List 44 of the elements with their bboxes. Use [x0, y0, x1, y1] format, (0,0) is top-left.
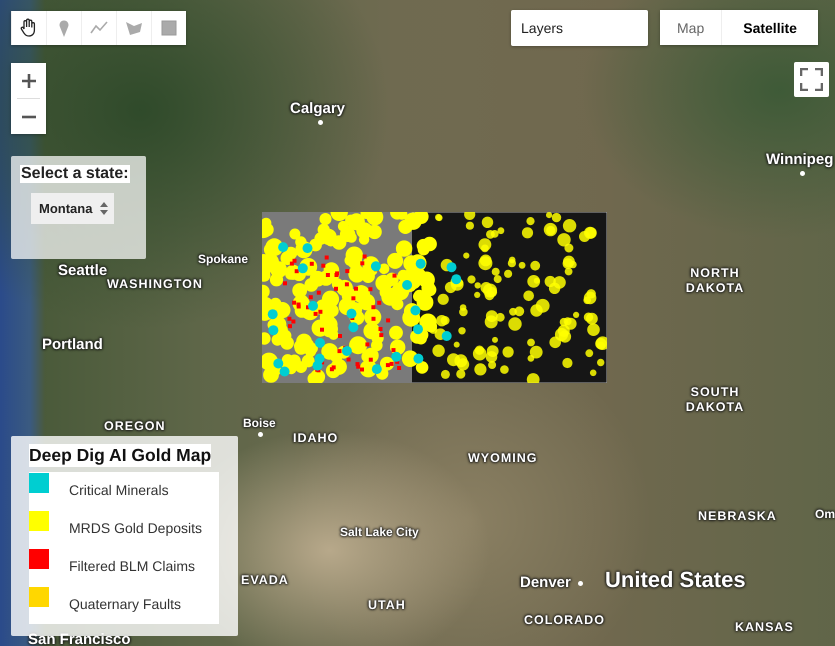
map-place-label: EVADA	[241, 573, 289, 587]
map-place-label: SOUTH DAKOTA	[684, 385, 746, 415]
map-place-label: KANSAS	[735, 620, 794, 634]
zoom-in-button[interactable]	[11, 63, 46, 98]
map-place-label: Boise	[243, 416, 276, 430]
legend-label: Critical Minerals	[69, 482, 169, 498]
place-dot-icon	[800, 171, 805, 176]
state-select-label: Select a state:	[20, 165, 130, 183]
place-dot-icon	[318, 120, 323, 125]
map-type-tab[interactable]: Map	[660, 10, 722, 45]
map-place-label: NEBRASKA	[698, 509, 777, 523]
place-dot-icon	[578, 581, 583, 586]
fullscreen-button[interactable]	[794, 62, 829, 97]
map-place-label: WYOMING	[468, 451, 538, 465]
map-place-label: Calgary	[290, 100, 346, 117]
fullscreen-icon	[800, 68, 823, 91]
map-place-label: Seattle	[58, 262, 108, 279]
legend-label: Filtered BLM Claims	[69, 558, 196, 574]
zoom-out-button[interactable]	[11, 99, 46, 134]
map-place-label: Denver	[520, 574, 571, 591]
map-place-label: NORTH DAKOTA	[684, 266, 746, 296]
map-place-label: Salt Lake City	[340, 525, 419, 539]
legend-label: Quaternary Faults	[69, 596, 182, 612]
map-place-label: COLORADO	[524, 613, 605, 627]
map-place-label: OREGON	[104, 419, 166, 433]
sort-arrows-icon	[100, 202, 108, 215]
minus-icon	[20, 114, 36, 118]
map-place-label: WASHINGTON	[107, 277, 203, 291]
map-place-label: Om	[815, 507, 835, 521]
map-place-label: Portland	[42, 336, 103, 353]
map-place-label: United States	[605, 567, 746, 593]
map-type-tab[interactable]: Satellite	[721, 10, 818, 45]
map-place-label: Winnipeg	[766, 151, 834, 168]
layers-button[interactable]: Layers	[511, 10, 648, 46]
map-place-label: Spokane	[198, 252, 248, 266]
place-dot-icon	[258, 432, 263, 437]
map-place-label: IDAHO	[293, 431, 338, 445]
map-place-label: UTAH	[368, 598, 406, 612]
draw-tool-button[interactable]	[11, 11, 46, 45]
legend-title: Deep Dig AI Gold Map	[29, 444, 212, 467]
legend-label: MRDS Gold Deposits	[69, 520, 202, 536]
plus-icon	[20, 72, 36, 88]
map-place-label: San Francisco	[28, 631, 131, 646]
state-dropdown[interactable]: Montana	[31, 193, 114, 224]
